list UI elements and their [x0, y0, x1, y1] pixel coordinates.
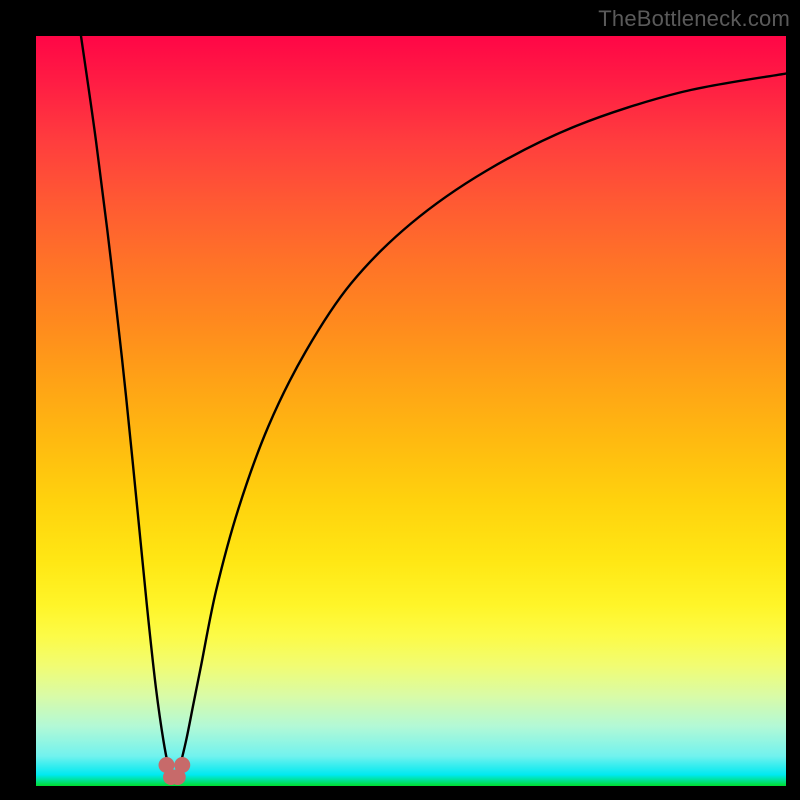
valley-markers [159, 757, 191, 785]
plot-area [36, 36, 786, 786]
curve-layer [36, 36, 786, 786]
valley-dot-right [174, 757, 190, 773]
watermark-text: TheBottleneck.com [598, 6, 790, 32]
bottleneck-curve-path [81, 36, 786, 782]
chart-frame: TheBottleneck.com [0, 0, 800, 800]
bottleneck-curve [81, 36, 786, 782]
